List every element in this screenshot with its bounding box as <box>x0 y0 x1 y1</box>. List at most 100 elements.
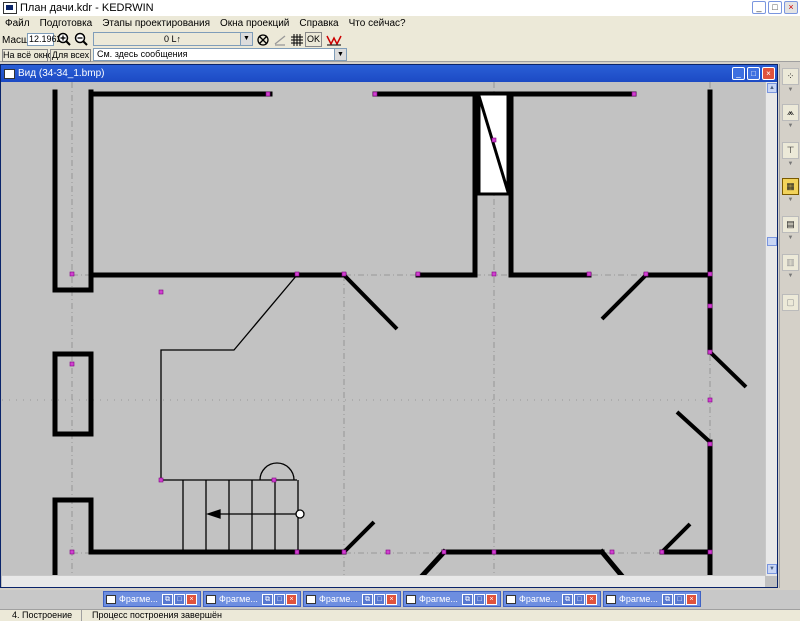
target-icon <box>257 34 269 46</box>
view-minimize-button[interactable]: _ <box>732 67 745 80</box>
fragment-icon <box>106 594 116 604</box>
fragment-window-2[interactable]: Фрагме... ⧉ □ × <box>203 591 301 607</box>
app-title: План дачи.kdr - KEDRWIN <box>20 2 154 14</box>
section-tool-icon[interactable]: ⊤ <box>782 142 799 159</box>
grid-tool-button[interactable] <box>289 32 305 47</box>
fill-tool-icon[interactable]: ▤ <box>782 216 799 233</box>
terrain-tool-icon[interactable]: ⩕ <box>782 104 799 121</box>
fit-all-button[interactable]: Для всех <box>50 49 91 62</box>
close-icon[interactable]: × <box>586 593 597 605</box>
menu-projection-windows[interactable]: Окна проекций <box>215 18 294 29</box>
fit-window-button[interactable]: На всё окно <box>2 49 53 62</box>
view-close-button[interactable]: × <box>762 67 775 80</box>
zoom-in-icon <box>57 32 71 46</box>
print-tool-icon[interactable]: ▢ <box>782 294 799 311</box>
minimize-button[interactable]: _ <box>752 1 766 14</box>
restore-icon[interactable]: ⧉ <box>562 593 573 605</box>
view-window-title-bar[interactable]: Вид (34-34_1.bmp) _ □ × <box>1 65 777 82</box>
fragment-window-6[interactable]: Фрагме... ⧉ □ × <box>603 591 701 607</box>
layer-select[interactable]: 0 L↑ ▼ <box>93 32 253 46</box>
fragment-icon <box>606 594 616 604</box>
drawing-canvas[interactable] <box>2 82 765 576</box>
vertical-scrollbar[interactable]: ▲ ▼ <box>765 82 777 576</box>
separator-icon: ▼ <box>787 161 794 167</box>
separator-icon: ▼ <box>787 235 794 241</box>
separator-icon: ▼ <box>787 197 794 203</box>
restore-icon[interactable]: ⧉ <box>362 593 373 605</box>
fragment-window-5[interactable]: Фрагме... ⧉ □ × <box>503 591 601 607</box>
restore-icon[interactable]: ⧉ <box>662 593 673 605</box>
scroll-thumb[interactable] <box>767 237 777 246</box>
maximize-icon[interactable]: □ <box>674 593 685 605</box>
target-tool-button[interactable] <box>255 32 271 47</box>
maximize-icon[interactable]: □ <box>574 593 585 605</box>
view-maximize-button[interactable]: □ <box>747 67 760 80</box>
fragment-icon <box>406 594 416 604</box>
zoom-out-icon <box>74 32 88 46</box>
status-stage: 4. Построение вида <box>2 610 82 621</box>
maximize-icon[interactable]: □ <box>274 593 285 605</box>
restore-icon[interactable]: ⧉ <box>262 593 273 605</box>
maximize-icon[interactable]: □ <box>374 593 385 605</box>
layer-dropdown-arrow-icon[interactable]: ▼ <box>240 33 252 45</box>
close-icon[interactable]: × <box>186 593 197 605</box>
layers-tool-icon[interactable]: ▥ <box>782 254 799 271</box>
nodes-tool-icon[interactable]: ⁘ <box>782 68 799 85</box>
separator-icon: ▼ <box>787 87 794 93</box>
fragment-icon <box>506 594 516 604</box>
maximize-button[interactable]: □ <box>768 1 782 14</box>
close-icon[interactable]: × <box>286 593 297 605</box>
message-field[interactable]: См. здесь сообщения ▼ <box>93 48 347 61</box>
grid-icon <box>291 34 303 46</box>
scroll-up-icon[interactable]: ▲ <box>767 83 777 93</box>
layer-value: 0 L↑ <box>164 34 182 44</box>
message-text: См. здесь сообщения <box>97 49 188 59</box>
main-toolbar: Масшт 12.1962 На всё окно Для всех 0 L↑ … <box>0 30 800 62</box>
fragment-label: Фрагме... <box>419 594 458 604</box>
zoom-out-button[interactable] <box>73 32 89 47</box>
maximize-icon[interactable]: □ <box>474 593 485 605</box>
menu-preparation[interactable]: Подготовка <box>35 18 98 29</box>
align-icon <box>274 35 286 46</box>
fragment-icon <box>306 594 316 604</box>
close-icon[interactable]: × <box>686 593 697 605</box>
menu-help[interactable]: Справка <box>294 18 343 29</box>
restore-icon[interactable]: ⧉ <box>162 593 173 605</box>
fragment-label: Фрагме... <box>119 594 158 604</box>
close-icon[interactable]: × <box>486 593 497 605</box>
maximize-icon[interactable]: □ <box>174 593 185 605</box>
horizontal-scrollbar[interactable] <box>2 575 765 587</box>
measure-tool-button[interactable] <box>325 32 342 47</box>
view-window-title: Вид (34-34_1.bmp) <box>18 68 105 79</box>
app-logo-icon <box>3 2 17 14</box>
fragment-window-1[interactable]: Фрагме... ⧉ □ × <box>103 591 201 607</box>
walls <box>52 89 713 576</box>
zoom-in-button[interactable] <box>56 32 72 47</box>
floor-plan-drawing[interactable] <box>2 82 765 576</box>
right-toolbar: ⁘ ▼ ⩕ ▼ ⊤ ▼ ▦ ▼ ▤ ▼ ▥ ▼ ▢ <box>779 64 800 588</box>
kedrwin-app: План дачи.kdr - KEDRWIN _ □ × Файл Подго… <box>0 0 800 621</box>
fragment-label: Фрагме... <box>319 594 358 604</box>
scale-input[interactable]: 12.1962 <box>27 33 62 46</box>
fragment-window-3[interactable]: Фрагме... ⧉ □ × <box>303 591 401 607</box>
close-button[interactable]: × <box>784 1 798 14</box>
restore-icon[interactable]: ⧉ <box>462 593 473 605</box>
scroll-down-icon[interactable]: ▼ <box>767 564 777 574</box>
fragment-icon <box>206 594 216 604</box>
fragment-label: Фрагме... <box>519 594 558 604</box>
close-icon[interactable]: × <box>386 593 397 605</box>
menu-whats-now[interactable]: Что сейчас? <box>344 18 411 29</box>
align-tool-button[interactable] <box>272 32 288 47</box>
fragment-window-4[interactable]: Фрагме... ⧉ □ × <box>403 591 501 607</box>
measure-icon <box>326 35 342 46</box>
menu-design-stages[interactable]: Этапы проектирования <box>97 18 215 29</box>
door-leaves <box>342 273 748 554</box>
separator-icon: ▼ <box>787 123 794 129</box>
menu-file[interactable]: Файл <box>0 18 35 29</box>
guide-lines <box>2 82 711 576</box>
fragment-label: Фрагме... <box>219 594 258 604</box>
ok-button[interactable]: OK <box>305 32 322 47</box>
status-message: Процесс построения завершён <box>92 610 222 620</box>
message-dropdown-arrow-icon[interactable]: ▼ <box>334 49 346 60</box>
building-tool-icon[interactable]: ▦ <box>782 178 799 195</box>
